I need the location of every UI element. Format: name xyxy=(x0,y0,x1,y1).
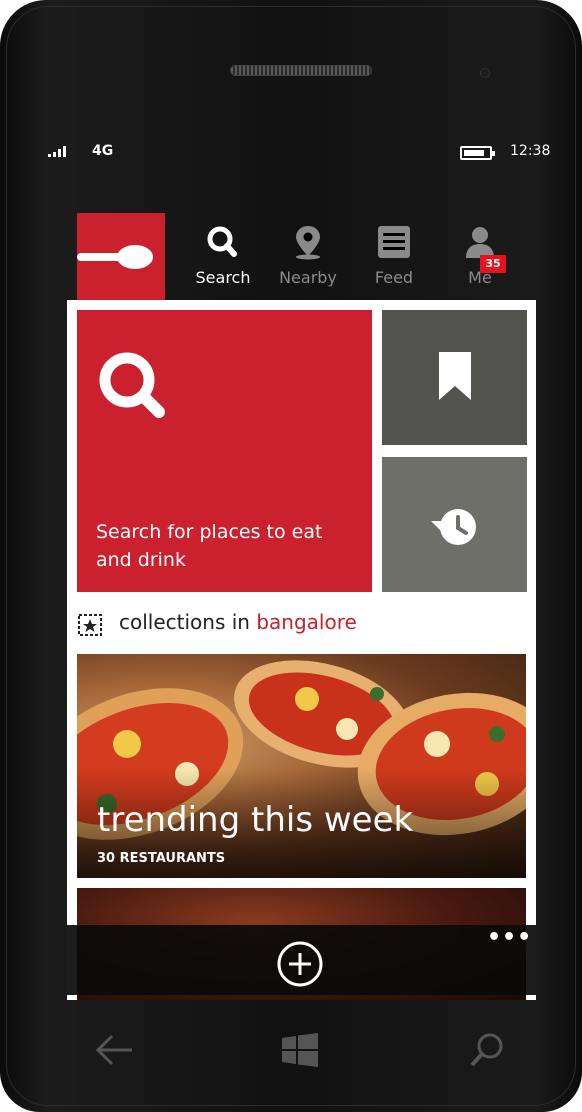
bookmarks-tile[interactable] xyxy=(382,310,527,445)
search-tile-text: Search for places to eat and drink xyxy=(96,521,323,571)
search-icon xyxy=(99,352,165,418)
card-subtitle: 30 RESTAURANTS xyxy=(97,851,226,866)
collection-icon xyxy=(78,614,102,636)
tab-feed[interactable]: Feed xyxy=(354,220,434,298)
history-icon xyxy=(431,509,476,545)
back-arrow-icon[interactable] xyxy=(92,1030,136,1070)
phone-frame: 4G 12:38 Search Nearby Feed Me 35 Search… xyxy=(0,0,582,1112)
add-circle-icon[interactable] xyxy=(275,939,325,989)
pivot-tabs: Search Nearby Feed Me xyxy=(180,220,530,298)
search-hardware-icon[interactable] xyxy=(464,1030,508,1070)
history-tile[interactable] xyxy=(382,457,527,592)
app-bar: ••• xyxy=(67,925,536,995)
status-time: 12:38 xyxy=(510,143,551,159)
spoon-icon xyxy=(77,245,153,269)
search-icon xyxy=(207,226,237,257)
card-title: trending this week xyxy=(97,800,414,840)
feed-list-icon xyxy=(378,226,410,258)
notification-badge: 35 xyxy=(480,255,506,273)
windows-start-icon[interactable] xyxy=(278,1030,322,1070)
collections-city[interactable]: bangalore xyxy=(256,610,356,634)
tab-nearby-label: Nearby xyxy=(279,268,337,287)
tab-search[interactable]: Search xyxy=(183,220,263,298)
collections-prefix: collections in xyxy=(119,610,257,634)
collection-card[interactable]: trending this week 30 RESTAURANTS xyxy=(77,654,526,878)
tab-search-label: Search xyxy=(195,268,251,287)
network-type: 4G xyxy=(92,143,114,159)
battery-icon xyxy=(460,146,495,160)
search-tile[interactable]: Search for places to eat and drink xyxy=(77,310,372,592)
tab-nearby[interactable]: Nearby xyxy=(268,220,348,298)
bookmark-icon xyxy=(439,352,471,400)
tab-feed-label: Feed xyxy=(374,268,414,287)
earpiece-speaker xyxy=(230,65,372,76)
app-logo-tile[interactable] xyxy=(77,213,165,300)
status-bar: 4G 12:38 xyxy=(44,140,554,166)
front-camera xyxy=(480,68,490,78)
signal-strength-icon xyxy=(48,146,66,157)
more-options-button[interactable]: ••• xyxy=(487,925,532,950)
location-pin-icon xyxy=(296,226,320,260)
